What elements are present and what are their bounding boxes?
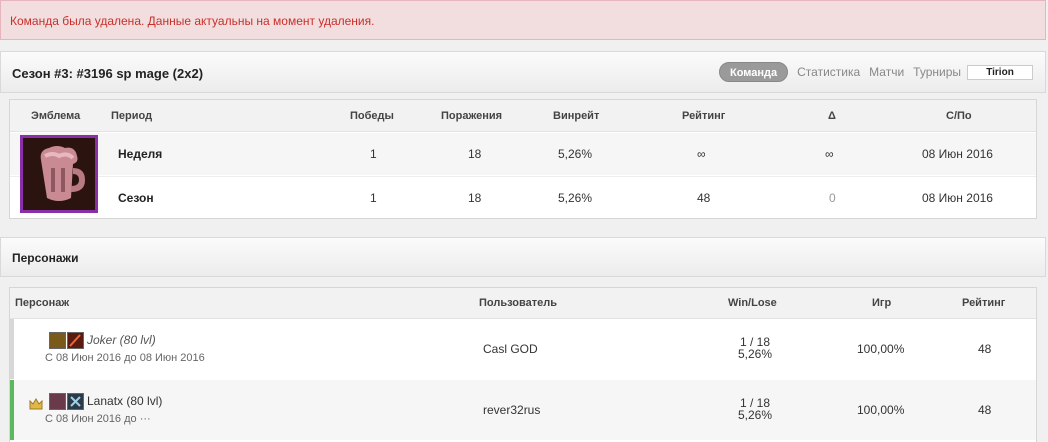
race-icon <box>49 332 66 349</box>
col-user: Пользователь <box>479 297 558 309</box>
rating-cell: ∞ <box>697 147 706 161</box>
delta-cell: ∞ <box>825 147 834 161</box>
col-emblem: Эмблема <box>31 110 81 122</box>
character-link[interactable]: Joker (80 lvl) <box>87 333 156 347</box>
col-dates: С/По <box>946 110 972 122</box>
col-losses: Поражения <box>441 110 503 122</box>
staff-icon <box>69 334 81 347</box>
col-winrate: Винрейт <box>553 110 600 122</box>
tab-matches[interactable]: Матчи <box>869 65 904 79</box>
team-emblem <box>20 135 98 213</box>
captain-crown-icon <box>29 398 43 410</box>
col-rating: Рейтинг <box>682 110 726 122</box>
stats-table: Эмблема Период Победы Поражения Винрейт … <box>9 99 1037 219</box>
dates-cell: 08 Июн 2016 <box>922 147 993 161</box>
winlose-cell: 1 / 18 5,26% <box>725 336 785 360</box>
losses-cell: 18 <box>468 191 482 205</box>
character-dates: С 08 Июн 2016 до 08 Июн 2016 <box>45 352 205 364</box>
table-row: Joker (80 lvl) С 08 Июн 2016 до 08 Июн 2… <box>10 319 1036 379</box>
season-header: Сезон #3: #3196 sp mage (2x2) Команда Ст… <box>0 51 1046 93</box>
frost-icon <box>70 396 81 407</box>
page-title: Сезон #3: #3196 sp mage (2x2) <box>12 66 204 81</box>
rating-cell: 48 <box>697 191 711 205</box>
rating-cell: 48 <box>978 403 992 417</box>
wins-cell: 1 <box>370 147 377 161</box>
winrate-cell: 5,26% <box>558 191 593 205</box>
characters-table: Персонаж Пользователь Win/Lose Игр Рейти… <box>9 287 1037 442</box>
user-cell: Casl GOD <box>483 342 538 356</box>
deleted-alert: Команда была удалена. Данные актуальны н… <box>0 0 1046 40</box>
rating-cell: 48 <box>978 342 992 356</box>
realm-badge: Tirion <box>967 64 1033 80</box>
wins-cell: 1 <box>370 191 377 205</box>
stats-table-header: Эмблема Период Победы Поражения Винрейт … <box>10 100 1036 132</box>
user-cell: rever32rus <box>483 403 541 417</box>
col-games: Игр <box>872 297 892 309</box>
col-winlose: Win/Lose <box>728 297 777 309</box>
team-nav: Команда Статистика Матчи Турниры Tirion <box>718 62 1033 82</box>
dates-cell: 08 Июн 2016 <box>922 191 993 205</box>
race-icon <box>49 393 66 410</box>
winrate-value: 5,26% <box>737 408 773 422</box>
games-cell: 100,00% <box>857 342 905 356</box>
col-character: Персонаж <box>15 297 70 309</box>
class-icon <box>67 393 84 410</box>
delta-cell: 0 <box>829 191 836 205</box>
table-row: Lanatx (80 lvl) С 08 Июн 2016 до ··· rev… <box>10 380 1036 440</box>
winlose-cell: 1 / 18 5,26% <box>725 397 785 421</box>
games-cell: 100,00% <box>857 403 905 417</box>
period-cell: Сезон <box>118 191 154 205</box>
losses-cell: 18 <box>468 147 482 161</box>
tab-tournaments[interactable]: Турниры <box>913 65 961 79</box>
col-delta: Δ <box>828 110 836 122</box>
table-row: Сезон 1 18 5,26% 48 0 08 Июн 2016 <box>10 176 1036 218</box>
col-wins: Победы <box>350 110 394 122</box>
characters-header: Персонажи <box>0 237 1046 277</box>
tab-statistics[interactable]: Статистика <box>797 65 860 79</box>
winrate-value: 5,26% <box>737 347 773 361</box>
tab-team[interactable]: Команда <box>718 62 789 82</box>
col-rating: Рейтинг <box>962 297 1006 309</box>
characters-title: Персонажи <box>12 251 79 265</box>
table-row: Неделя 1 18 5,26% ∞ ∞ 08 Июн 2016 <box>10 133 1036 175</box>
characters-table-header: Персонаж Пользователь Win/Lose Игр Рейти… <box>10 288 1036 319</box>
period-cell: Неделя <box>118 147 163 161</box>
class-icon <box>67 332 84 349</box>
mug-icon <box>23 138 95 210</box>
character-link[interactable]: Lanatx (80 lvl) <box>87 394 162 408</box>
col-period: Период <box>111 110 153 122</box>
winrate-cell: 5,26% <box>558 147 593 161</box>
character-dates: С 08 Июн 2016 до ··· <box>45 413 151 425</box>
